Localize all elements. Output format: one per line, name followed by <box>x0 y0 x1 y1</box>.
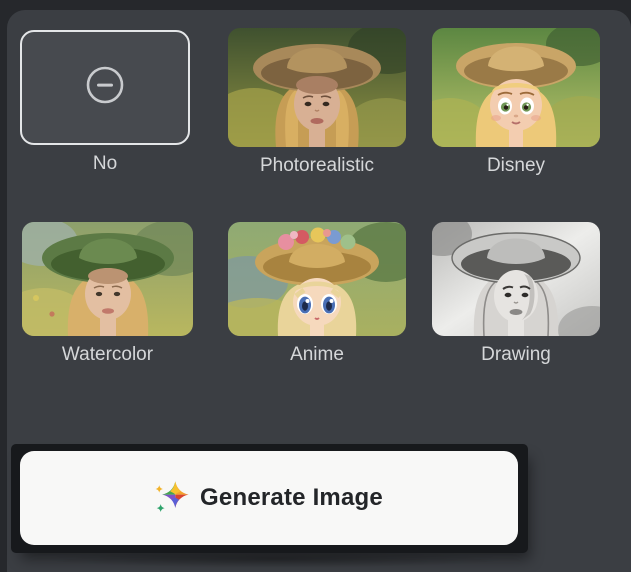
style-option-no[interactable]: No <box>20 30 190 175</box>
style-option-label: Watercolor <box>61 344 154 365</box>
style-option-photorealistic[interactable]: Photorealistic <box>228 28 406 177</box>
style-option-label: Disney <box>486 155 546 176</box>
style-option-disney[interactable]: Disney <box>432 28 600 177</box>
photorealistic-portrait-thumbnail[interactable] <box>228 28 406 147</box>
style-option-label: No <box>92 153 118 174</box>
style-option-label: Photorealistic <box>259 155 375 176</box>
style-option-label: Drawing <box>481 344 551 365</box>
style-option-watercolor[interactable]: Watercolor <box>22 222 193 366</box>
watercolor-portrait-thumbnail[interactable] <box>22 222 193 336</box>
style-picker-screen: No Photorealistic Disney Watercolor Anim… <box>0 0 631 572</box>
anime-portrait-thumbnail[interactable] <box>228 222 406 336</box>
generate-button-label: Generate Image <box>200 484 383 511</box>
drawing-portrait-thumbnail[interactable] <box>432 222 600 336</box>
style-option-drawing[interactable]: Drawing <box>432 222 600 366</box>
style-option-anime[interactable]: Anime <box>228 222 406 366</box>
no-style-tile[interactable] <box>20 30 190 145</box>
sparkle-icon <box>155 480 189 516</box>
generate-button-frame: Generate Image <box>11 444 528 553</box>
style-option-label: Anime <box>290 344 344 365</box>
generate-image-button[interactable]: Generate Image <box>20 451 518 545</box>
minus-circle-icon <box>82 62 128 113</box>
disney-portrait-thumbnail[interactable] <box>432 28 600 147</box>
